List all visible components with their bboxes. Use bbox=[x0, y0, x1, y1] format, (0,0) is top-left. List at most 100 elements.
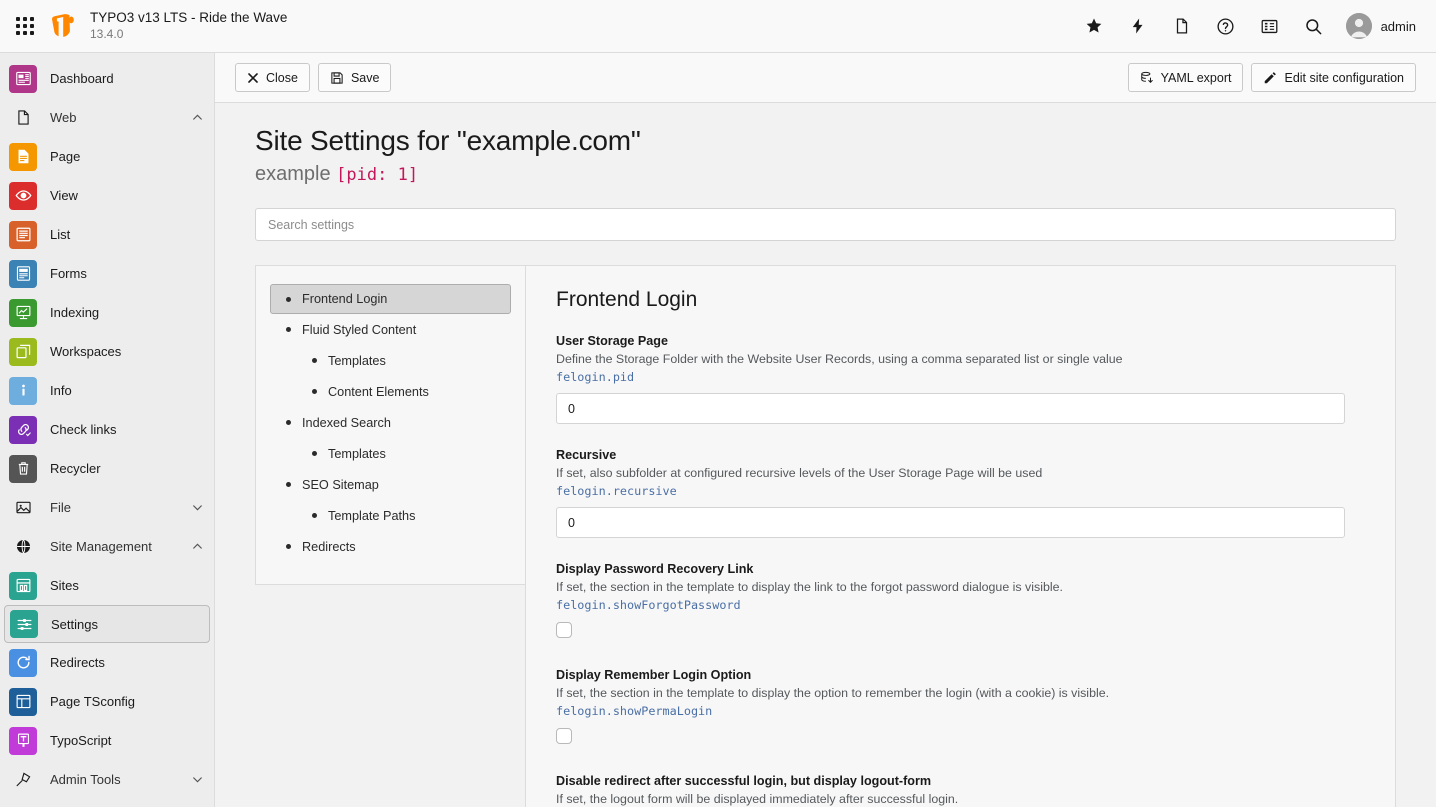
sidebar-item-label: Page bbox=[50, 149, 80, 164]
setting-checkbox[interactable] bbox=[556, 622, 572, 638]
grid-icon[interactable] bbox=[14, 15, 36, 37]
subtitle-site-name: example bbox=[255, 163, 331, 185]
bullet-icon bbox=[286, 544, 291, 549]
forms-icon bbox=[9, 260, 37, 288]
chevron-up-icon[interactable] bbox=[191, 111, 204, 124]
username-label: admin bbox=[1381, 19, 1416, 34]
setting-field-felogin-pid: User Storage PageDefine the Storage Fold… bbox=[556, 334, 1345, 424]
setting-label: Display Password Recovery Link bbox=[556, 562, 1345, 576]
form-title: Frontend Login bbox=[556, 288, 1345, 312]
bullet-icon bbox=[312, 513, 317, 518]
bookmarks-button[interactable] bbox=[1076, 8, 1112, 44]
sidebar-item-typoscript[interactable]: TypoScript bbox=[0, 721, 214, 760]
setting-key: felogin.recursive bbox=[556, 484, 1345, 498]
sidebar-item-check-links[interactable]: Check links bbox=[0, 410, 214, 449]
close-button[interactable]: Close bbox=[235, 63, 310, 92]
bullet-icon bbox=[312, 451, 317, 456]
tree-item-redirects[interactable]: Redirects bbox=[256, 531, 525, 562]
tree-item-label: Fluid Styled Content bbox=[302, 323, 416, 337]
tree-item-indexed-search[interactable]: Indexed Search bbox=[256, 407, 525, 438]
sidebar-item-forms[interactable]: Forms bbox=[0, 254, 214, 293]
search-input[interactable] bbox=[268, 218, 1383, 232]
sidebar-item-label: List bbox=[50, 227, 70, 242]
sidebar-item-label: Site Management bbox=[50, 539, 152, 554]
main-area: Close Save YAML export Edit site configu… bbox=[215, 53, 1436, 807]
sidebar-item-label: Check links bbox=[50, 422, 116, 437]
app-version: 13.4.0 bbox=[90, 27, 287, 42]
tree-item-content-elements[interactable]: Content Elements bbox=[256, 376, 525, 407]
setting-label: Recursive bbox=[556, 448, 1345, 462]
sidebar-item-label: Indexing bbox=[50, 305, 99, 320]
tree-item-label: Indexed Search bbox=[302, 416, 391, 430]
tree-item-label: Templates bbox=[328, 354, 386, 368]
setting-field-felogin-showPermaLogin: Display Remember Login OptionIf set, the… bbox=[556, 668, 1345, 744]
sidebar-item-label: Recycler bbox=[50, 461, 101, 476]
bullet-icon bbox=[312, 358, 317, 363]
sidebar-item-page-tsconfig[interactable]: Page TSconfig bbox=[0, 682, 214, 721]
subtitle-pid: [pid: 1] bbox=[336, 165, 418, 185]
sidebar-item-recycler[interactable]: Recycler bbox=[0, 449, 214, 488]
tree-item-fluid-styled-content[interactable]: Fluid Styled Content bbox=[256, 314, 525, 345]
sidebar-item-redirects[interactable]: Redirects bbox=[0, 643, 214, 682]
settings-sliders-icon bbox=[10, 610, 38, 638]
app-title-block: TYPO3 v13 LTS - Ride the Wave 13.4.0 bbox=[90, 10, 287, 42]
sidebar-item-sites[interactable]: Sites bbox=[0, 566, 214, 605]
chevron-up-icon[interactable] bbox=[191, 540, 204, 553]
indexing-icon bbox=[9, 299, 37, 327]
setting-checkbox[interactable] bbox=[556, 728, 572, 744]
redirects-icon bbox=[9, 649, 37, 677]
settings-form-panel: Frontend Login User Storage PageDefine t… bbox=[525, 265, 1396, 807]
tree-item-templates[interactable]: Templates bbox=[256, 438, 525, 469]
sidebar-item-file[interactable]: File bbox=[0, 488, 214, 527]
close-button-label: Close bbox=[266, 71, 298, 85]
yaml-export-button[interactable]: YAML export bbox=[1128, 63, 1244, 92]
image-outline-icon bbox=[9, 494, 37, 522]
edit-site-configuration-label: Edit site configuration bbox=[1284, 71, 1404, 85]
sidebar-item-site-management[interactable]: Site Management bbox=[0, 527, 214, 566]
edit-site-configuration-button[interactable]: Edit site configuration bbox=[1251, 63, 1416, 92]
sidebar-item-info[interactable]: Info bbox=[0, 371, 214, 410]
sidebar-item-web[interactable]: Web bbox=[0, 98, 214, 137]
sidebar-item-label: Page TSconfig bbox=[50, 694, 135, 709]
tree-item-template-paths[interactable]: Template Paths bbox=[256, 500, 525, 531]
bullet-icon bbox=[286, 297, 291, 302]
sidebar-item-label: Admin Tools bbox=[50, 772, 121, 787]
sidebar-item-dashboard[interactable]: Dashboard bbox=[0, 59, 214, 98]
setting-text-input[interactable] bbox=[556, 393, 1345, 424]
sidebar-item-list[interactable]: List bbox=[0, 215, 214, 254]
bullet-icon bbox=[286, 327, 291, 332]
setting-label: Display Remember Login Option bbox=[556, 668, 1345, 682]
sidebar-item-indexing[interactable]: Indexing bbox=[0, 293, 214, 332]
form-fields: User Storage PageDefine the Storage Fold… bbox=[556, 334, 1345, 807]
setting-text-input[interactable] bbox=[556, 507, 1345, 538]
tree-item-templates[interactable]: Templates bbox=[256, 345, 525, 376]
help-button[interactable] bbox=[1208, 8, 1244, 44]
sidebar-item-label: Settings bbox=[51, 617, 98, 632]
typo3-logo-icon[interactable] bbox=[50, 11, 76, 41]
setting-field-felogin-showForgotPassword: Display Password Recovery Link If set, th… bbox=[556, 562, 1345, 638]
sidebar-item-admin-tools[interactable]: Admin Tools bbox=[0, 760, 214, 799]
setting-description: If set, the section in the template to d… bbox=[556, 580, 1345, 594]
sidebar-item-label: TypoScript bbox=[50, 733, 111, 748]
typoscript-icon bbox=[9, 727, 37, 755]
sidebar-item-settings[interactable]: Settings bbox=[4, 605, 210, 643]
system-information-button[interactable] bbox=[1252, 8, 1288, 44]
clear-cache-button[interactable] bbox=[1120, 8, 1156, 44]
sidebar-item-workspaces[interactable]: Workspaces bbox=[0, 332, 214, 371]
new-content-button[interactable] bbox=[1164, 8, 1200, 44]
sidebar-item-label: Sites bbox=[50, 578, 79, 593]
search-settings-box[interactable] bbox=[255, 208, 1396, 241]
chevron-down-icon[interactable] bbox=[191, 773, 204, 786]
tree-item-label: Templates bbox=[328, 447, 386, 461]
save-button[interactable]: Save bbox=[318, 63, 392, 92]
sidebar-item-page[interactable]: Page bbox=[0, 137, 214, 176]
search-button[interactable] bbox=[1296, 8, 1332, 44]
setting-description: Define the Storage Folder with the Websi… bbox=[556, 352, 1345, 366]
content-scroll-area[interactable]: Site Settings for "example.com" example … bbox=[215, 103, 1436, 807]
tree-item-seo-sitemap[interactable]: SEO Sitemap bbox=[256, 469, 525, 500]
chevron-down-icon[interactable] bbox=[191, 501, 204, 514]
app-title: TYPO3 v13 LTS - Ride the Wave bbox=[90, 10, 287, 27]
user-menu[interactable]: admin bbox=[1340, 13, 1422, 39]
sidebar-item-view[interactable]: View bbox=[0, 176, 214, 215]
tree-item-frontend-login[interactable]: Frontend Login bbox=[270, 284, 511, 314]
